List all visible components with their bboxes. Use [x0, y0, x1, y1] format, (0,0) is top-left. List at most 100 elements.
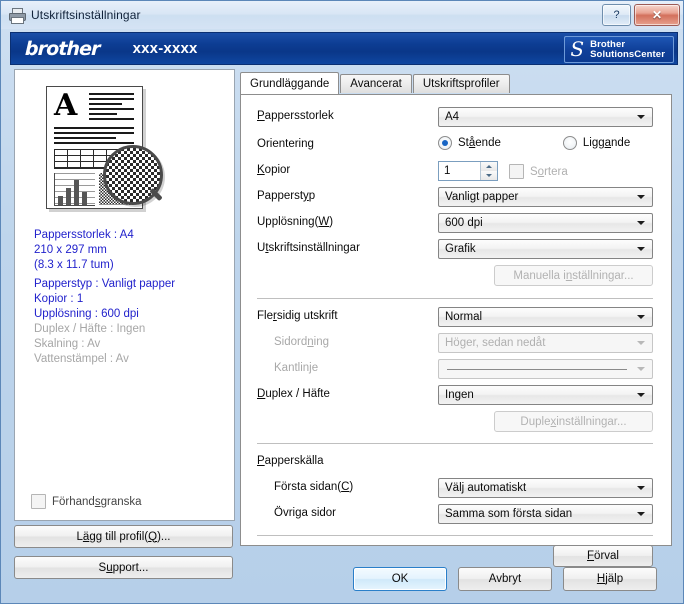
- support-label: Support...: [99, 562, 149, 574]
- brand-header: brother xxx-xxxx S Brother SolutionsCent…: [10, 32, 678, 65]
- summary-line: Vattenstämpel : Av: [34, 352, 224, 367]
- solutions-swoosh-icon: S: [570, 39, 584, 59]
- chevron-down-icon: [637, 221, 645, 225]
- print-settings-value: Grafik: [445, 243, 476, 255]
- brother-solutions-center-button[interactable]: S Brother SolutionsCenter: [564, 36, 674, 63]
- dialog-button-bar: OK Avbryt Hjälp: [353, 567, 657, 591]
- duplex-select[interactable]: Ingen: [438, 385, 653, 405]
- paper-type-select[interactable]: Vanligt papper: [438, 187, 653, 207]
- resolution-value: 600 dpi: [445, 217, 483, 229]
- tab-basic-label: Grundläggande: [250, 78, 329, 90]
- chevron-down-icon: [637, 512, 645, 516]
- ok-label: OK: [392, 573, 409, 585]
- radio-portrait[interactable]: Stående: [438, 136, 501, 150]
- copies-value: 1: [444, 165, 450, 177]
- model-name: xxx-xxxx: [133, 40, 198, 57]
- divider: [257, 298, 653, 299]
- preview-letter-a: A: [54, 91, 77, 121]
- radio-landscape-indicator[interactable]: [563, 136, 577, 150]
- page-order-select: Höger, sedan nedåt: [438, 333, 653, 353]
- print-settings-select[interactable]: Grafik: [438, 239, 653, 259]
- tab-advanced-label: Avancerat: [350, 78, 402, 90]
- default-button-label: Förval: [587, 550, 619, 562]
- resolution-select[interactable]: 600 dpi: [438, 213, 653, 233]
- preview-checkbox[interactable]: Förhandsgranska: [31, 494, 142, 509]
- collate-checkbox[interactable]: Sortera: [509, 164, 568, 179]
- orientation-label: Orientering: [257, 138, 314, 150]
- title-bar: Utskriftsinställningar ? ✕: [1, 1, 684, 29]
- summary-line: Kopior : 1: [34, 292, 224, 307]
- other-pages-select[interactable]: Samma som första sidan: [438, 504, 653, 524]
- support-button[interactable]: Support...: [14, 556, 233, 579]
- multiple-page-value: Normal: [445, 311, 482, 323]
- row-first-page: Första sidan(C) Välj automatiskt: [241, 478, 671, 498]
- preview-bar-chart: [54, 173, 95, 206]
- brother-logo: brother: [25, 38, 100, 60]
- close-button[interactable]: ✕: [634, 4, 680, 26]
- paper-source-label: Papperskälla: [257, 455, 324, 467]
- row-paper-type: Papperstyp Vanligt papper: [241, 187, 671, 207]
- summary-line: Duplex / Häfte : Ingen: [34, 322, 224, 337]
- chevron-down-icon: [637, 247, 645, 251]
- collate-checkbox-box[interactable]: [509, 164, 524, 179]
- left-button-group: Lägg till profil(Q)... Support...: [14, 525, 233, 579]
- duplex-settings-button[interactable]: Duplexinställningar...: [494, 411, 653, 432]
- summary-line: Upplösning : 600 dpi: [34, 307, 224, 322]
- first-page-value: Välj automatiskt: [445, 482, 526, 494]
- copies-stepper[interactable]: 1: [438, 161, 498, 181]
- checkbox-box[interactable]: [31, 494, 46, 509]
- solutions-label: Brother SolutionsCenter: [590, 40, 665, 60]
- paper-size-label: Pappersstorlek: [257, 110, 334, 122]
- multiple-page-select[interactable]: Normal: [438, 307, 653, 327]
- cancel-button[interactable]: Avbryt: [458, 567, 552, 591]
- tab-print-profiles[interactable]: Utskriftsprofiler: [413, 74, 510, 93]
- multiple-page-label: Flersidig utskrift: [257, 310, 338, 322]
- stepper-up-icon[interactable]: [481, 162, 497, 171]
- preview-checkbox-label: Förhandsgranska: [52, 496, 142, 508]
- divider: [257, 443, 653, 444]
- resolution-label: Upplösning(W): [257, 216, 333, 228]
- radio-landscape[interactable]: Liggande: [563, 136, 630, 150]
- chevron-down-icon: [637, 195, 645, 199]
- paper-type-label: Papperstyp: [257, 190, 315, 202]
- row-resolution: Upplösning(W) 600 dpi: [241, 213, 671, 233]
- other-pages-label: Övriga sidor: [274, 507, 336, 519]
- row-orientation: Orientering Stående Liggande: [241, 135, 671, 155]
- page-order-value: Höger, sedan nedåt: [445, 337, 545, 349]
- help-button[interactable]: ?: [602, 4, 631, 26]
- chevron-down-icon: [637, 115, 645, 119]
- first-page-label: Första sidan(C): [274, 481, 353, 493]
- copies-label: Kopior: [257, 164, 290, 176]
- duplex-settings-label: Duplexinställningar...: [520, 416, 626, 428]
- add-profile-label: Lägg till profil(Q)...: [77, 531, 171, 543]
- row-print-settings: Utskriftsinställningar Grafik: [241, 239, 671, 259]
- preview-panel: A: [14, 69, 235, 521]
- tab-bar: Grundläggande Avancerat Utskriftsprofile…: [240, 73, 511, 93]
- paper-type-value: Vanligt papper: [445, 191, 518, 203]
- default-button[interactable]: Förval: [553, 545, 653, 567]
- border-line-preview: [447, 369, 627, 370]
- first-page-select[interactable]: Välj automatiskt: [438, 478, 653, 498]
- manual-settings-button[interactable]: Manuella inställningar...: [494, 265, 653, 286]
- tab-basic[interactable]: Grundläggande: [240, 72, 339, 94]
- ok-button[interactable]: OK: [353, 567, 447, 591]
- copies-stepper-buttons[interactable]: [480, 162, 497, 180]
- stepper-down-icon[interactable]: [481, 171, 497, 180]
- divider: [257, 535, 653, 536]
- row-other-pages: Övriga sidor Samma som första sidan: [241, 504, 671, 524]
- paper-size-value: A4: [445, 111, 459, 123]
- manual-settings-label: Manuella inställningar...: [513, 270, 633, 282]
- tab-print-profiles-label: Utskriftsprofiler: [423, 78, 500, 90]
- orientation-radio-group: Stående Liggande: [438, 136, 630, 150]
- printer-icon: [8, 7, 26, 23]
- tab-advanced[interactable]: Avancerat: [340, 74, 412, 93]
- basic-tab-panel: Pappersstorlek A4 Orientering Stående Li…: [240, 94, 672, 546]
- add-profile-button[interactable]: Lägg till profil(Q)...: [14, 525, 233, 548]
- border-line-select: [438, 359, 653, 379]
- help-dialog-button[interactable]: Hjälp: [563, 567, 657, 591]
- chevron-down-icon: [637, 393, 645, 397]
- row-page-order: Sidordning Höger, sedan nedåt: [241, 333, 671, 353]
- paper-size-select[interactable]: A4: [438, 107, 653, 127]
- radio-portrait-indicator[interactable]: [438, 136, 452, 150]
- document-preview-thumbnail: A: [31, 82, 161, 222]
